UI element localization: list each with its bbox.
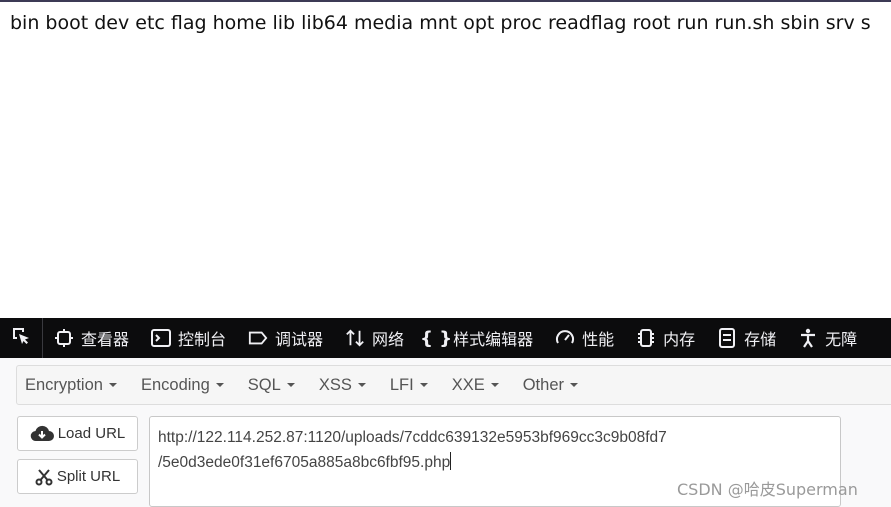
tab-accessibility[interactable]: 无障: [787, 318, 868, 358]
storage-icon: [717, 328, 737, 348]
memory-icon: [636, 328, 656, 348]
caret-down-icon: [419, 383, 428, 387]
menu-other[interactable]: Other: [515, 376, 586, 395]
caret-down-icon: [490, 383, 499, 387]
tab-memory[interactable]: 内存: [625, 318, 706, 358]
accessibility-icon: [798, 328, 818, 348]
tab-label: 控制台: [178, 330, 227, 349]
caret-down-icon: [357, 383, 366, 387]
scissors-icon: [35, 468, 53, 486]
tab-label: 性能: [582, 330, 615, 349]
element-picker-icon: [11, 326, 31, 350]
debugger-icon: [248, 328, 268, 348]
style-editor-icon: { }: [420, 327, 453, 349]
menu-encoding[interactable]: Encoding: [133, 376, 232, 395]
caret-down-icon: [215, 383, 224, 387]
caret-down-icon: [570, 383, 578, 387]
caret-down-icon: [286, 383, 295, 387]
network-icon: [345, 328, 365, 348]
text-cursor: [450, 452, 452, 470]
tab-label: 存储: [744, 330, 777, 349]
tab-label: 样式编辑器: [453, 330, 534, 349]
tab-debugger[interactable]: 调试器: [237, 318, 334, 358]
url-line-1: http://122.114.252.87:1120/uploads/7cddc…: [158, 429, 667, 446]
page-output-text: bin boot dev etc flag home lib lib64 med…: [10, 12, 871, 34]
menu-xxe[interactable]: XXE: [444, 376, 507, 395]
console-icon: [151, 328, 172, 348]
menu-xss[interactable]: XSS: [311, 376, 374, 395]
split-url-button[interactable]: Split URL: [17, 459, 138, 494]
tab-storage[interactable]: 存储: [706, 318, 787, 358]
devtools-tab-bar: 查看器 控制台 调试器 网络 { } 样式编辑器 性能 内存 存储 无障: [0, 318, 891, 358]
tab-label: 无障: [825, 330, 858, 349]
load-url-button[interactable]: Load URL: [17, 416, 138, 451]
tab-label: 网络: [372, 330, 405, 349]
performance-icon: [555, 328, 575, 348]
menu-encryption[interactable]: Encryption: [17, 376, 125, 395]
tab-label: 查看器: [81, 330, 130, 349]
tab-label: 内存: [663, 330, 696, 349]
hackbar-menu: Encryption Encoding SQL XSS LFI XXE Othe…: [16, 365, 891, 405]
element-picker-button[interactable]: [0, 318, 43, 358]
tab-inspector[interactable]: 查看器: [43, 318, 140, 358]
tab-style-editor[interactable]: { } 样式编辑器: [415, 318, 544, 358]
load-url-label: Load URL: [57, 425, 126, 442]
url-line-2: /5e0d3ede0f31ef6705a885a8bc6fbf95.php: [158, 452, 452, 471]
split-url-label: Split URL: [56, 468, 121, 485]
tab-label: 调试器: [275, 330, 324, 349]
tab-console[interactable]: 控制台: [140, 318, 237, 358]
menu-lfi[interactable]: LFI: [382, 376, 436, 395]
inspector-icon: [54, 328, 74, 348]
csdn-watermark: CSDN @哈皮Superman: [677, 480, 858, 499]
window-top-border: [0, 0, 891, 2]
menu-sql[interactable]: SQL: [240, 376, 303, 395]
cloud-download-icon: [30, 425, 54, 443]
tab-network[interactable]: 网络: [334, 318, 415, 358]
tab-performance[interactable]: 性能: [544, 318, 625, 358]
caret-down-icon: [108, 383, 117, 387]
